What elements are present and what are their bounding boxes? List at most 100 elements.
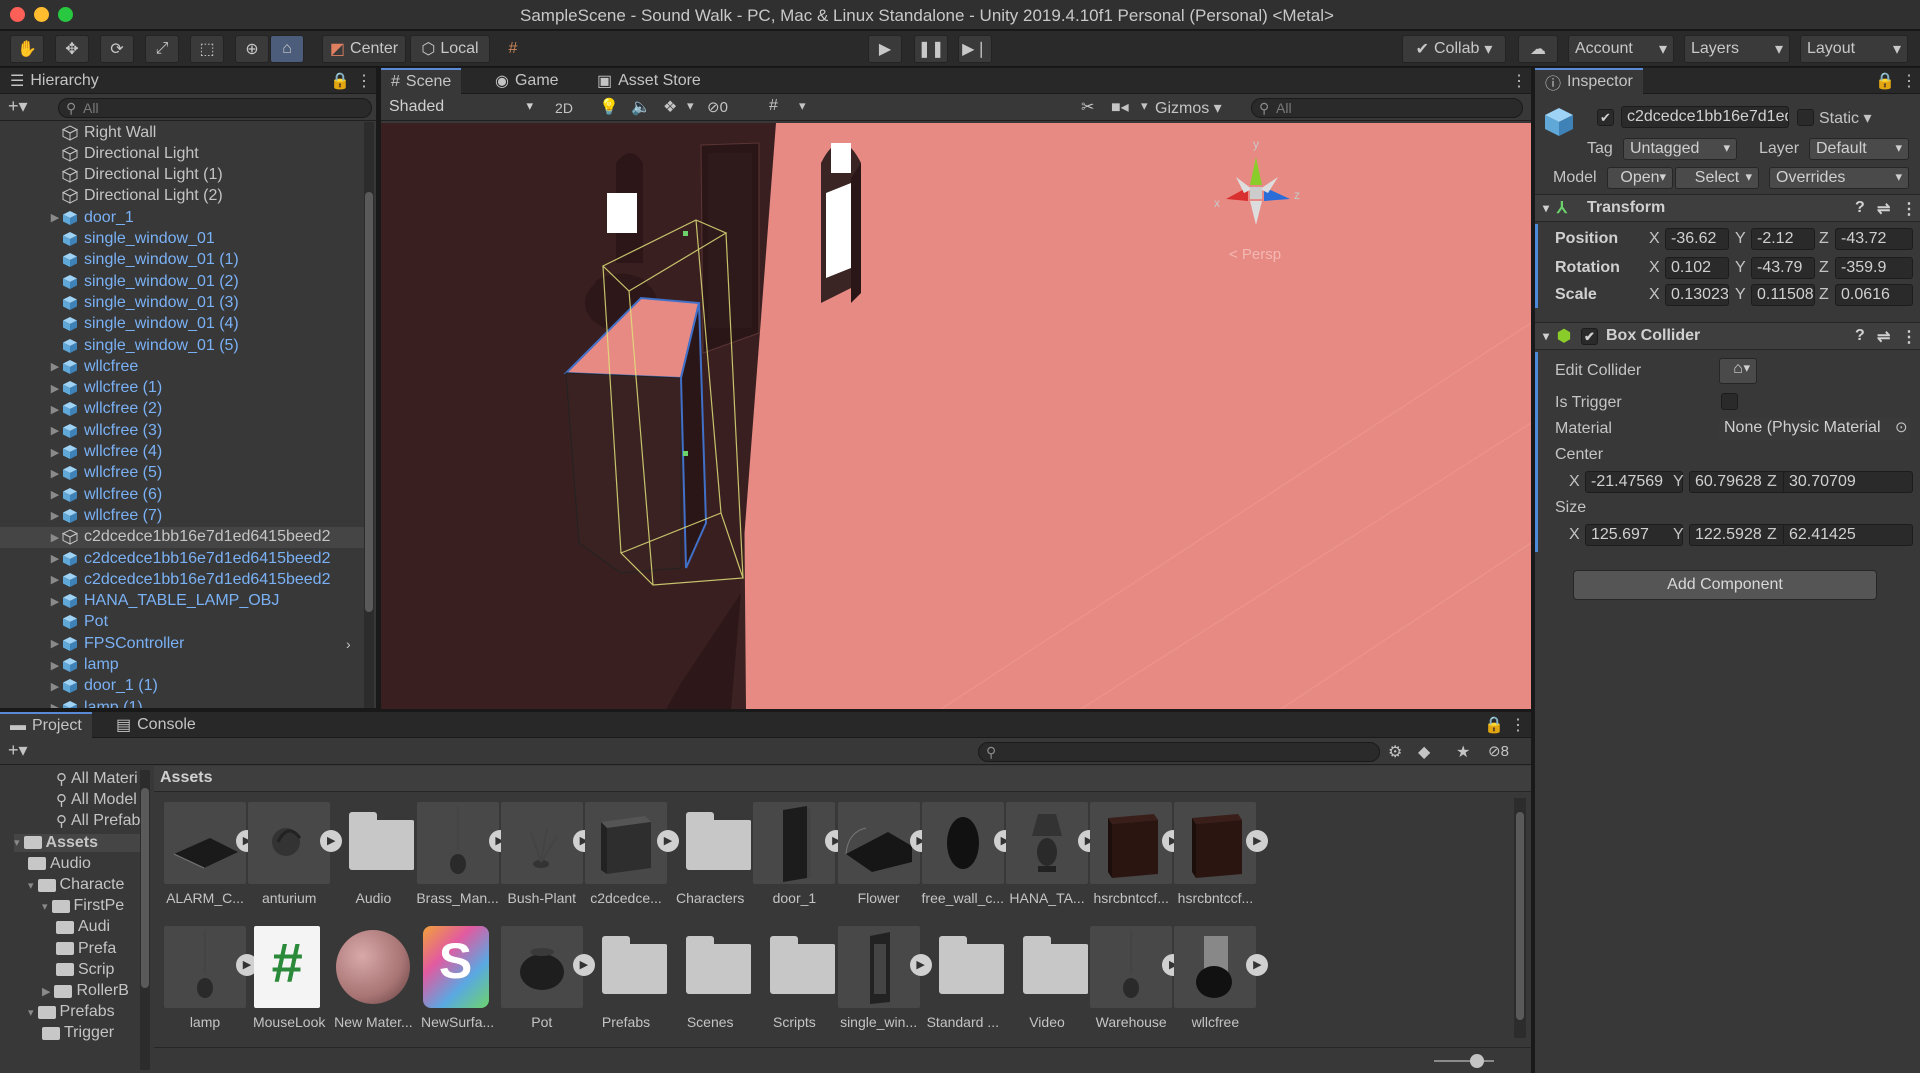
position-z-field[interactable]: -43.72 — [1835, 228, 1913, 250]
hierarchy-item[interactable]: ▶ door_1 — [0, 207, 364, 228]
hierarchy-item[interactable]: single_window_01 (4) — [0, 314, 364, 335]
center-x-label[interactable]: X — [1569, 473, 1580, 491]
play-button[interactable]: ▶ — [868, 35, 902, 63]
tab-inspector[interactable]: ⓘ Inspector — [1535, 68, 1643, 94]
hierarchy-item[interactable]: Right Wall — [0, 122, 364, 143]
expand-arrow-icon[interactable]: ▶ — [48, 382, 62, 395]
maximize-window-button[interactable] — [58, 7, 73, 22]
tab-project[interactable]: ▬ Project — [0, 712, 92, 738]
lock-icon[interactable]: 🔒 — [1875, 71, 1895, 91]
add-component-button[interactable]: Add Component — [1573, 570, 1877, 600]
pause-button[interactable]: ❚❚ — [914, 35, 948, 63]
collider-handle[interactable] — [683, 231, 688, 236]
hierarchy-item[interactable]: ▶ c2dcedce1bb16e7d1ed6415beed2 — [0, 569, 364, 590]
rotation-z-field[interactable]: -359.9 — [1835, 257, 1913, 279]
zoom-slider-thumb[interactable] — [1470, 1054, 1484, 1068]
kebab-menu-icon[interactable]: ⋮ — [1901, 327, 1917, 347]
expand-arrow-icon[interactable]: ▶ — [42, 985, 50, 998]
step-button[interactable]: ▶❘ — [958, 35, 992, 63]
grid-snap-button[interactable]: # — [498, 35, 528, 63]
presets-icon[interactable]: ⇌ — [1877, 199, 1890, 219]
hierarchy-item[interactable]: single_window_01 (2) — [0, 271, 364, 292]
scrollbar-thumb[interactable] — [365, 192, 373, 612]
tag-dropdown[interactable]: Untagged — [1623, 138, 1737, 160]
project-sidebar-item[interactable]: ▾ Prefabs — [28, 1003, 115, 1021]
kebab-menu-icon[interactable]: ⋮ — [1901, 71, 1917, 91]
scale-tool-button[interactable]: ⤢ — [145, 35, 179, 63]
expand-asset-button[interactable]: ▶ — [1246, 830, 1269, 852]
create-asset-button[interactable]: +▾ — [8, 740, 28, 761]
center-z-field[interactable]: 30.70709 — [1783, 471, 1913, 493]
rotation-y-field[interactable]: -43.79 — [1751, 257, 1815, 279]
project-sidebar-item[interactable]: Trigger — [42, 1024, 114, 1042]
tab-scene[interactable]: # Scene — [381, 68, 462, 94]
hierarchy-search-input[interactable]: All — [58, 98, 372, 118]
favorites-icon[interactable]: ★ — [1456, 742, 1470, 762]
scale-x-field[interactable]: 0.13023 — [1665, 284, 1729, 306]
project-sidebar-item[interactable]: Audi — [56, 918, 110, 936]
expand-arrow-icon[interactable]: ▶ — [48, 509, 62, 522]
hidden-packages-toggle[interactable]: ⊘8 — [1488, 742, 1509, 760]
scale-z-label[interactable]: Z — [1819, 286, 1829, 304]
hierarchy-item[interactable]: ▶ lamp — [0, 655, 364, 676]
static-dropdown[interactable]: Static ▾ — [1819, 108, 1872, 128]
shading-mode-dropdown[interactable]: Shaded — [383, 97, 539, 119]
chevron-down-icon[interactable]: ▾ — [687, 98, 694, 114]
chevron-down-icon[interactable]: ▾ — [1141, 98, 1148, 114]
help-icon[interactable]: ? — [1855, 327, 1865, 345]
scale-x-label[interactable]: X — [1649, 286, 1660, 304]
position-y-label[interactable]: Y — [1735, 230, 1746, 248]
scale-y-label[interactable]: Y — [1735, 286, 1746, 304]
active-checkbox[interactable]: ✔ — [1597, 109, 1614, 126]
expand-arrow-icon[interactable]: ▶ — [48, 573, 62, 586]
expand-arrow-icon[interactable]: ▶ — [48, 680, 62, 693]
project-sidebar-item[interactable]: ▾ Assets — [14, 833, 144, 852]
rotation-z-label[interactable]: Z — [1819, 259, 1829, 277]
search-by-type-icon[interactable]: ⚙ — [1388, 742, 1402, 762]
size-z-field[interactable]: 62.41425 — [1783, 524, 1913, 546]
layer-dropdown[interactable]: Default — [1809, 138, 1909, 160]
scene-search-input[interactable]: All — [1251, 98, 1523, 118]
expand-arrow-icon[interactable]: ▶ — [48, 595, 62, 608]
asset-item[interactable]: ▶ wllcfree — [1164, 926, 1269, 1046]
lock-icon[interactable]: 🔒 — [1484, 715, 1504, 735]
hierarchy-item[interactable]: ▶ FPSController › — [0, 633, 364, 654]
asset-grid-scrollbar[interactable] — [1514, 798, 1526, 1038]
chevron-right-icon[interactable]: › — [346, 636, 351, 652]
hierarchy-item[interactable]: ▶ wllcfree (2) — [0, 399, 364, 420]
expand-arrow-icon[interactable]: ▶ — [48, 531, 62, 544]
project-sidebar-item[interactable]: ⚲ All Model — [56, 791, 137, 809]
breadcrumb-assets[interactable]: Assets — [160, 769, 212, 787]
expand-arrow-icon[interactable]: ▶ — [48, 488, 62, 501]
expand-arrow-icon[interactable]: ▶ — [48, 360, 62, 373]
size-z-label[interactable]: Z — [1767, 526, 1777, 544]
select-model-button[interactable]: Select — [1675, 167, 1759, 189]
hierarchy-item[interactable]: single_window_01 — [0, 229, 364, 250]
center-z-label[interactable]: Z — [1767, 473, 1777, 491]
rotation-x-label[interactable]: X — [1649, 259, 1660, 277]
presets-icon[interactable]: ⇌ — [1877, 327, 1890, 347]
move-tool-button[interactable]: ✥ — [55, 35, 89, 63]
kebab-menu-icon[interactable]: ⋮ — [1510, 715, 1526, 735]
size-y-label[interactable]: Y — [1673, 526, 1684, 544]
hierarchy-item[interactable]: single_window_01 (5) — [0, 335, 364, 356]
expand-arrow-icon[interactable]: ▶ — [48, 403, 62, 416]
kebab-menu-icon[interactable]: ⋮ — [1511, 71, 1527, 91]
layout-dropdown[interactable]: Layout ▾ — [1800, 35, 1908, 63]
transform-header[interactable]: ▾ ⅄ Transform ? ⇌ ⋮ — [1535, 194, 1920, 222]
lock-icon[interactable]: 🔒 — [330, 71, 350, 91]
gizmo-center[interactable] — [1250, 187, 1262, 199]
asset-item[interactable]: ▶ hsrcbntccf... — [1164, 802, 1269, 922]
expand-arrow-icon[interactable]: ▶ — [48, 211, 62, 224]
gizmos-dropdown[interactable]: Gizmos ▾ — [1155, 98, 1222, 118]
expand-arrow-icon[interactable]: ▾ — [28, 1006, 34, 1019]
help-icon[interactable]: ? — [1855, 199, 1865, 217]
hierarchy-item[interactable]: ▶ wllcfree (1) — [0, 378, 364, 399]
hierarchy-item[interactable]: Directional Light — [0, 143, 364, 164]
cloud-button[interactable]: ☁ — [1518, 35, 1558, 63]
position-y-field[interactable]: -2.12 — [1751, 228, 1815, 250]
scrollbar-thumb[interactable] — [141, 788, 149, 988]
object-picker-icon[interactable]: ⊙ — [1895, 418, 1908, 436]
tab-asset-store[interactable]: ▣ Asset Store — [587, 68, 711, 94]
position-z-label[interactable]: Z — [1819, 230, 1829, 248]
